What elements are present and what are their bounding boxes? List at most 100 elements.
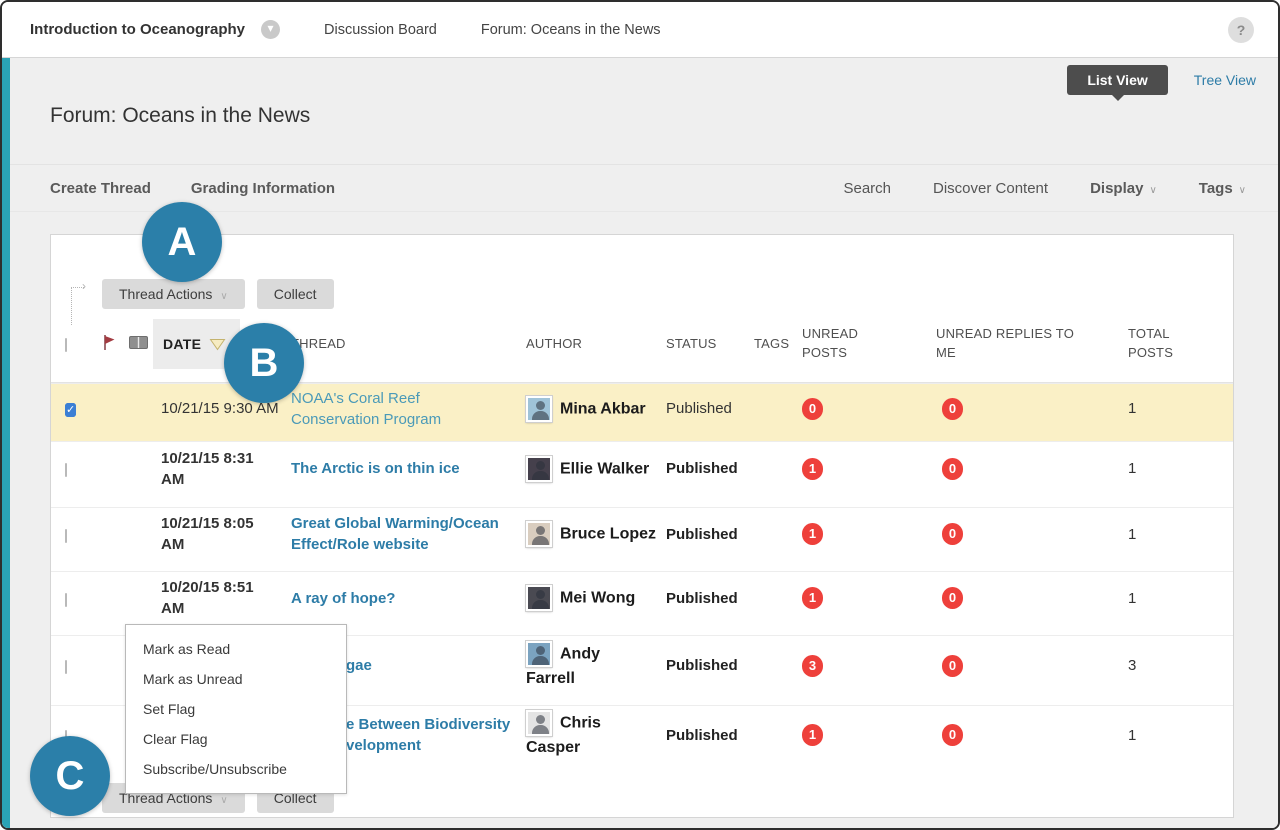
menu-item-mark-as-unread[interactable]: Mark as Unread (126, 664, 346, 694)
unread-replies-badge: 0 (942, 523, 963, 545)
collect-button[interactable]: Collect (257, 279, 334, 309)
unread-replies-badge: 0 (942, 587, 963, 609)
total-posts-column-header: TOTAL POSTS (1122, 325, 1233, 363)
course-title: Introduction to Oceanography (30, 21, 245, 38)
thread-status: Published (666, 590, 754, 607)
help-icon[interactable]: ? (1228, 17, 1254, 43)
unread-replies-badge: 0 (942, 458, 963, 480)
thread-author: Mei Wong (526, 585, 666, 611)
thread-date: 10/21/15 8:05 AM (153, 513, 291, 555)
total-posts-count: 1 (1122, 400, 1233, 417)
avatar (526, 521, 552, 547)
tab-list-view[interactable]: List View (1067, 65, 1167, 95)
unread-replies-column-header: UNREAD REPLIES TO ME (932, 325, 1122, 363)
row-checkbox[interactable] (65, 529, 67, 543)
display-dropdown[interactable]: Display ∨ (1090, 180, 1157, 197)
author-name: Bruce Lopez (560, 526, 656, 543)
table-row: 10/21/15 8:31 AM The Arctic is on thin i… (51, 441, 1233, 507)
thread-link[interactable]: The Arctic is on thin ice (291, 460, 460, 477)
menu-item-clear-flag[interactable]: Clear Flag (126, 724, 346, 754)
nav-forum: Forum: Oceans in the News (481, 22, 661, 38)
avatar (526, 710, 552, 736)
unread-posts-badge: 0 (802, 398, 823, 420)
thread-link[interactable]: NOAA's Coral Reef Conservation Program (291, 390, 441, 428)
action-bar-left: Create Thread Grading Information (50, 180, 335, 197)
annotation-badge-c: C (30, 736, 110, 816)
unread-posts-badge: 3 (802, 655, 823, 677)
menu-item-subscribe-unsubscribe[interactable]: Subscribe/Unsubscribe (126, 754, 346, 784)
toolbar-top: › Thread Actions∨ Collect (102, 279, 1233, 309)
thread-actions-button[interactable]: Thread Actions ∨ (102, 279, 245, 309)
top-bar: Introduction to Oceanography ▾ Discussio… (2, 2, 1278, 58)
chevron-down-icon: ∨ (220, 795, 227, 806)
tags-dropdown[interactable]: Tags ∨ (1199, 180, 1246, 197)
unread-posts-badge: 1 (802, 724, 823, 746)
grading-information-button[interactable]: Grading Information (191, 180, 335, 197)
unread-posts-badge: 1 (802, 587, 823, 609)
thread-author: Andy Farrell (526, 641, 666, 690)
row-checkbox[interactable]: ✓ (65, 403, 76, 417)
unread-replies-badge: 0 (942, 724, 963, 746)
tags-dropdown-label: Tags (1199, 180, 1233, 197)
annotation-badge-b: B (224, 323, 304, 403)
menu-item-mark-as-read[interactable]: Mark as Read (126, 634, 346, 664)
thread-column-header: THREAD (291, 335, 526, 354)
row-checkbox[interactable] (65, 593, 67, 607)
thread-actions-context-menu: Mark as Read Mark as Unread Set Flag Cle… (125, 624, 347, 794)
tab-tree-view[interactable]: Tree View (1194, 72, 1264, 88)
tags-column-header: TAGS (754, 335, 792, 354)
thread-status: Published (666, 460, 754, 477)
unread-posts-badge: 1 (802, 523, 823, 545)
nav-discussion-board[interactable]: Discussion Board (324, 22, 437, 38)
author-name: Ellie Walker (560, 460, 649, 477)
chevron-down-icon: ∨ (1149, 185, 1156, 196)
unread-posts-badge: 1 (802, 458, 823, 480)
unread-replies-badge: 0 (942, 398, 963, 420)
avatar (526, 396, 552, 422)
thread-actions-label: Thread Actions (119, 286, 212, 302)
select-all-arrow-icon[interactable]: › (71, 282, 91, 326)
thread-status: Published (666, 657, 754, 674)
date-column-label: DATE (163, 336, 201, 352)
row-checkbox[interactable] (65, 660, 67, 674)
display-dropdown-label: Display (1090, 180, 1143, 197)
thread-author: Ellie Walker (526, 456, 666, 482)
total-posts-count: 3 (1122, 657, 1233, 674)
accent-stripe (2, 58, 10, 828)
view-toggle: List View Tree View (1067, 65, 1264, 95)
chevron-down-icon: ∨ (1239, 185, 1246, 196)
status-column-header: STATUS (666, 335, 754, 354)
create-thread-button[interactable]: Create Thread (50, 180, 151, 197)
thread-status: Published (666, 526, 754, 543)
avatar (526, 456, 552, 482)
thread-status: Published (666, 400, 754, 417)
course-menu-chevron-icon[interactable]: ▾ (261, 20, 280, 39)
thread-date: 10/20/15 8:51 AM (153, 577, 291, 619)
thread-author: Bruce Lopez (526, 521, 666, 547)
thread-link[interactable]: A ray of hope? (291, 590, 395, 607)
chevron-down-icon: ∨ (220, 291, 227, 302)
row-checkbox[interactable] (65, 463, 67, 477)
thread-status: Published (666, 727, 754, 744)
thread-link[interactable]: Great Global Warming/Ocean Effect/Role w… (291, 515, 499, 553)
author-name: Mina Akbar (560, 400, 646, 417)
author-name: Mei Wong (560, 590, 635, 607)
search-button[interactable]: Search (843, 180, 891, 197)
table-row: 10/21/15 8:05 AM Great Global Warming/Oc… (51, 507, 1233, 571)
discover-content-button[interactable]: Discover Content (933, 180, 1048, 197)
author-column-header: AUTHOR (526, 335, 666, 354)
unread-replies-badge: 0 (942, 655, 963, 677)
menu-item-set-flag[interactable]: Set Flag (126, 694, 346, 724)
select-arrow-head: › (82, 279, 86, 293)
select-all-checkbox[interactable] (65, 338, 67, 352)
avatar (526, 641, 552, 667)
total-posts-count: 1 (1122, 526, 1233, 543)
book-column-icon (123, 336, 153, 352)
annotation-badge-a: A (142, 202, 222, 282)
action-bar-right: Search Discover Content Display ∨ Tags ∨ (843, 180, 1246, 197)
avatar (526, 585, 552, 611)
flag-column-icon (95, 334, 123, 354)
thread-author: Mina Akbar (526, 396, 666, 422)
total-posts-count: 1 (1122, 590, 1233, 607)
table-row: ✓ 10/21/15 9:30 AM NOAA's Coral Reef Con… (51, 383, 1233, 441)
